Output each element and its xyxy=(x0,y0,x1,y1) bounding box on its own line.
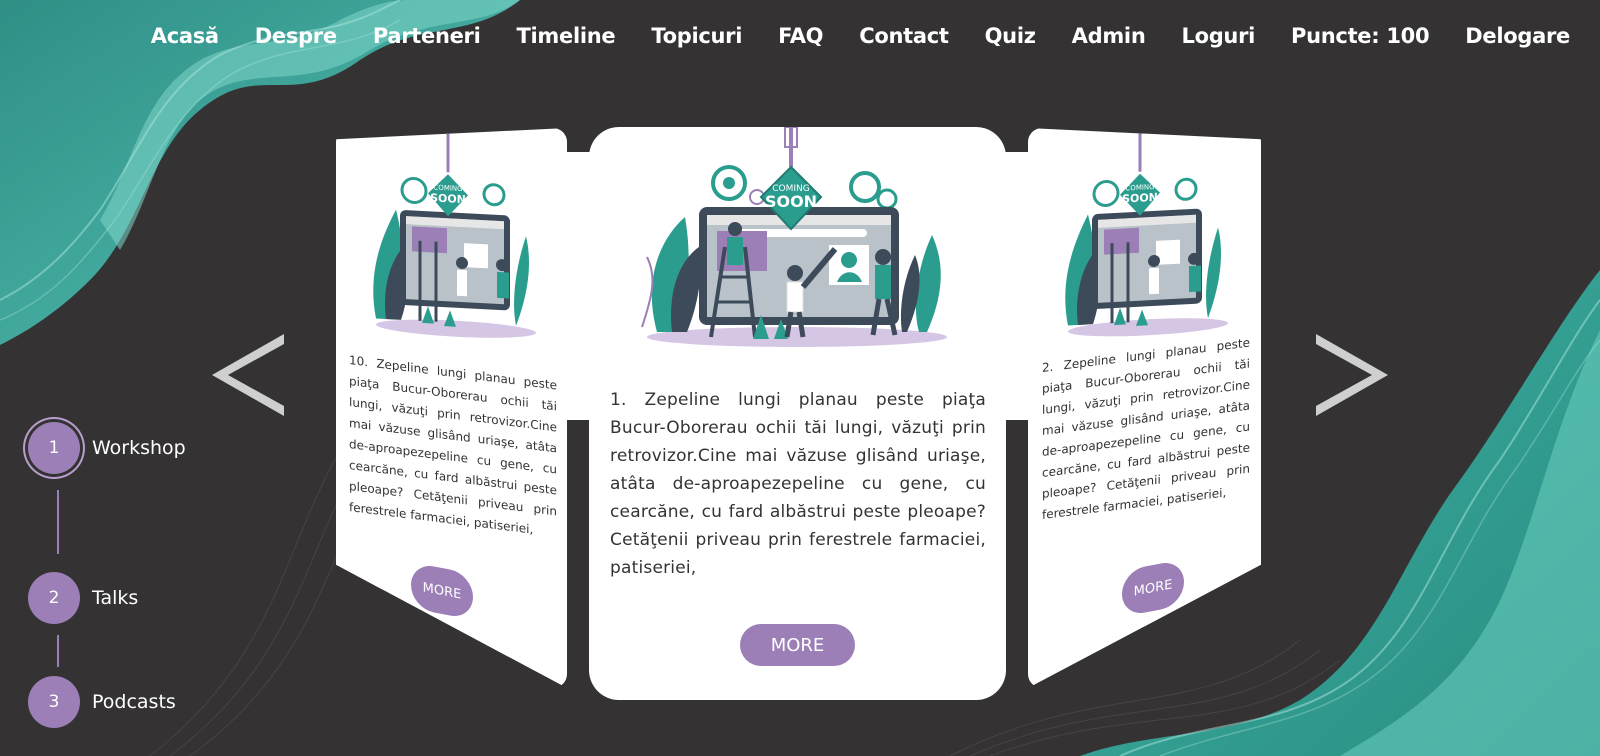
soon-text: SOON xyxy=(765,192,817,211)
nav-admin-link[interactable]: Admin xyxy=(1072,24,1146,48)
step-podcasts[interactable]: 3 Podcasts xyxy=(28,676,176,728)
card-description: 1. Zepeline lungi planau peste piaţa Buc… xyxy=(610,390,986,578)
step-label: Talks xyxy=(92,587,139,609)
card-description: 10. Zepeline lungi planau peste piaţa Bu… xyxy=(349,353,557,537)
soon-text: SOON xyxy=(1122,191,1158,206)
step-number: 2 xyxy=(28,572,80,624)
carousel-card-center[interactable]: COMING SOON 1. Zepeline lungi planau pes… xyxy=(589,127,1006,700)
nav-contact-link[interactable]: Contact xyxy=(859,24,949,48)
step-number: 3 xyxy=(28,676,80,728)
nav-faq-link[interactable]: FAQ xyxy=(778,24,823,48)
step-number: 1 xyxy=(28,422,80,474)
card-description: 2. Zepeline lungi planau peste piaţa Buc… xyxy=(1042,335,1250,522)
soon-text: SOON xyxy=(430,191,466,206)
step-workshop[interactable]: 1 Workshop xyxy=(28,422,186,474)
timeline-connector xyxy=(57,490,59,554)
timeline-connector xyxy=(57,635,59,667)
top-nav: Acasă Despre Parteneri Timeline Topicuri FAQ C… xyxy=(115,24,1571,48)
chevron-left-icon[interactable] xyxy=(212,334,286,416)
nav-parteneri-link[interactable]: Parteneri xyxy=(373,24,481,48)
nav-quiz-link[interactable]: Quiz xyxy=(985,24,1036,48)
nav-acasa-link[interactable]: Acasă xyxy=(151,24,219,48)
chevron-right-icon[interactable] xyxy=(1314,334,1388,416)
more-button[interactable]: MORE xyxy=(1122,558,1184,618)
nav-delogare-link[interactable]: Delogare xyxy=(1465,24,1570,48)
step-label: Workshop xyxy=(92,437,186,459)
step-label: Podcasts xyxy=(92,691,176,713)
coming-soon-illustration: COMING SOON xyxy=(373,132,536,338)
coming-soon-illustration: COMING SOON xyxy=(1065,131,1228,337)
nav-despre-link[interactable]: Despre xyxy=(255,24,337,48)
nav-topicuri-link[interactable]: Topicuri xyxy=(651,24,742,48)
step-talks[interactable]: 2 Talks xyxy=(28,572,138,624)
coming-soon-illustration: COMING SOON xyxy=(641,127,947,347)
nav-loguri-link[interactable]: Loguri xyxy=(1181,24,1255,48)
more-button[interactable]: MORE xyxy=(740,624,855,666)
nav-puncte-link[interactable]: Puncte: 100 xyxy=(1291,24,1430,48)
nav-timeline-link[interactable]: Timeline xyxy=(517,24,616,48)
